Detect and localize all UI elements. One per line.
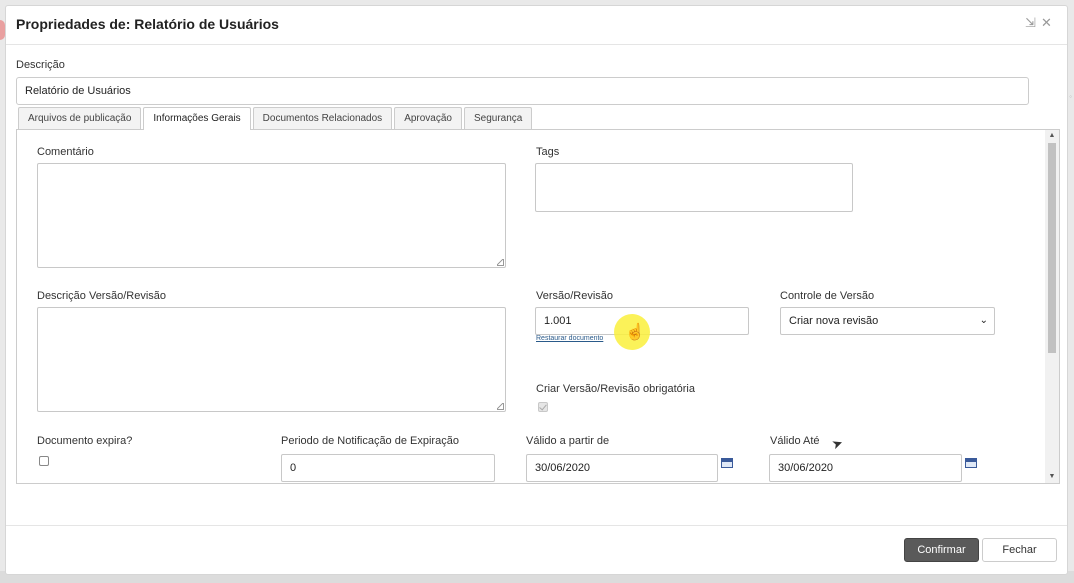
tab-related-documents[interactable]: Documentos Relacionados xyxy=(252,107,393,129)
properties-dialog: Propriedades de: Relatório de Usuários ⇲… xyxy=(5,5,1068,575)
dialog-title: Propriedades de: Relatório de Usuários xyxy=(16,16,279,32)
version-description-textarea[interactable] xyxy=(37,307,506,412)
notification-period-input[interactable]: 0 xyxy=(281,454,495,482)
tab-general-info[interactable]: Informações Gerais xyxy=(143,107,251,130)
dialog-header-controls: ⇲ ✕ xyxy=(1025,16,1053,30)
version-control-label: Controle de Versão xyxy=(780,290,875,302)
tab-security[interactable]: Segurança xyxy=(464,107,533,129)
comment-label: Comentário xyxy=(37,146,94,158)
confirm-button[interactable]: Confirmar xyxy=(904,538,979,562)
comment-textarea[interactable] xyxy=(37,163,506,268)
panel-scrollbar[interactable]: ▲ ▼ xyxy=(1045,130,1059,483)
notification-period-label: Periodo de Notificação de Expiração xyxy=(281,435,459,447)
calendar-icon[interactable] xyxy=(965,458,977,468)
version-description-label: Descrição Versão/Revisão xyxy=(37,290,167,302)
tags-input[interactable] xyxy=(535,163,853,212)
version-label: Versão/Revisão xyxy=(536,290,614,302)
valid-until-label: Válido Até xyxy=(770,435,820,447)
hand-cursor-icon: ☝ xyxy=(625,324,645,341)
document-expires-checkbox[interactable] xyxy=(39,456,49,466)
calendar-icon[interactable] xyxy=(721,458,733,468)
minimize-icon[interactable]: ⇲ xyxy=(1025,16,1037,30)
dialog-footer: Confirmar Fechar xyxy=(6,525,1067,574)
document-expires-label: Documento expira? xyxy=(37,435,133,447)
valid-until-input[interactable]: 30/06/2020 xyxy=(769,454,962,482)
valid-from-label: Válido a partir de xyxy=(526,435,610,447)
version-control-select[interactable]: Criar nova revisão ⌄ xyxy=(780,307,995,335)
close-button[interactable]: Fechar xyxy=(982,538,1057,562)
scrollbar-thumb[interactable] xyxy=(1048,143,1056,353)
resize-grip-icon[interactable] xyxy=(497,403,504,410)
scroll-down-icon[interactable]: ▼ xyxy=(1045,471,1059,483)
tags-label: Tags xyxy=(536,146,560,158)
restore-document-link[interactable]: Restaurar documento xyxy=(536,335,603,342)
scroll-up-icon[interactable]: ▲ xyxy=(1045,130,1059,142)
chevron-down-icon: ⌄ xyxy=(979,315,988,326)
valid-from-input[interactable]: 30/06/2020 xyxy=(526,454,718,482)
tab-bar: Arquivos de publicação Informações Gerai… xyxy=(18,107,534,130)
tab-publication-files[interactable]: Arquivos de publicação xyxy=(18,107,142,129)
close-icon[interactable]: ✕ xyxy=(1041,16,1053,30)
mandatory-version-checkbox[interactable] xyxy=(538,402,548,412)
mandatory-version-label: Criar Versão/Revisão obrigatória xyxy=(536,383,695,395)
tab-approval[interactable]: Aprovação xyxy=(394,107,462,129)
dialog-header: Propriedades de: Relatório de Usuários ⇲… xyxy=(6,6,1067,45)
general-info-panel: Comentário Tags Descrição Versão/Revisão… xyxy=(16,129,1060,484)
resize-grip-icon[interactable] xyxy=(497,259,504,266)
background-page-dot: ◦ xyxy=(1069,92,1072,101)
version-control-selected: Criar nova revisão xyxy=(789,315,879,327)
description-input[interactable] xyxy=(16,77,1029,105)
description-label: Descrição xyxy=(16,59,65,71)
